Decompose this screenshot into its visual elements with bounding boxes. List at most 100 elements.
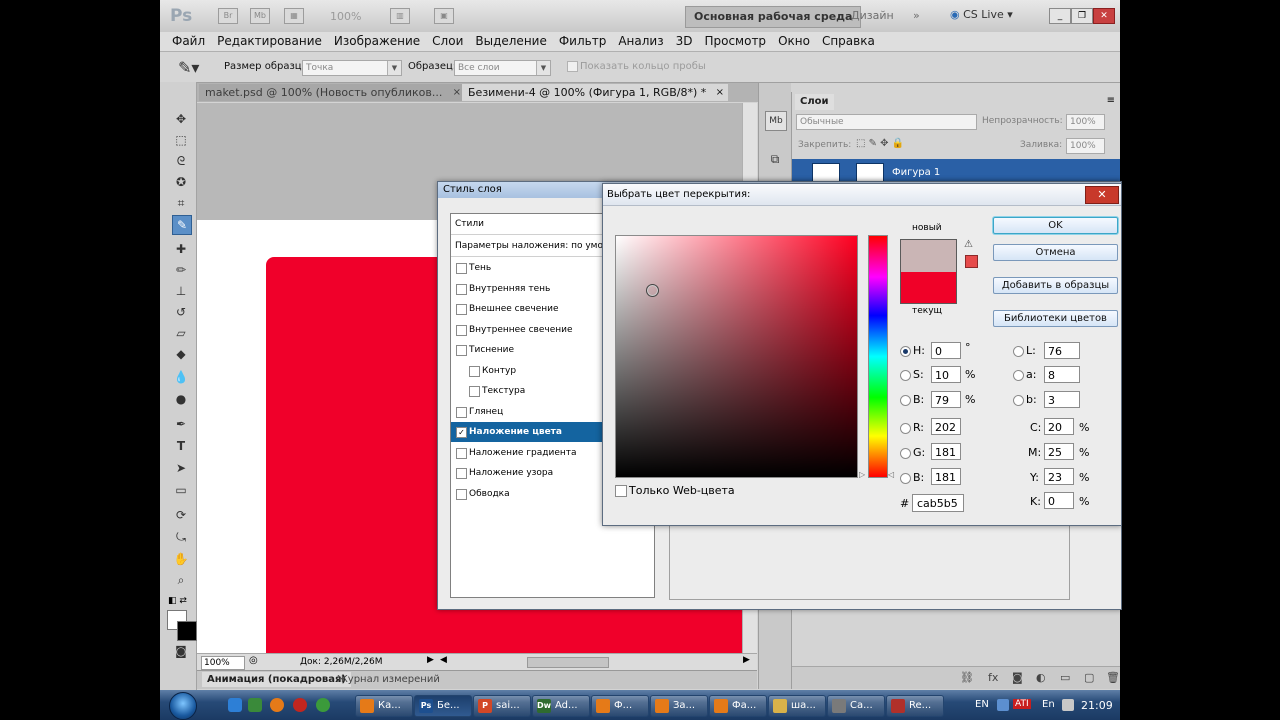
blend-mode-select[interactable]: Обычные bbox=[796, 114, 977, 130]
zoom-level[interactable]: 100% bbox=[330, 10, 361, 23]
crop-tool-icon[interactable]: ⌗ bbox=[172, 194, 190, 212]
close-icon[interactable]: ✕ bbox=[1085, 186, 1119, 204]
horizontal-scroll-thumb[interactable] bbox=[527, 657, 609, 668]
brush-tool-icon[interactable]: ✏ bbox=[172, 261, 190, 279]
lab-b-radio[interactable] bbox=[1013, 395, 1024, 406]
start-button[interactable] bbox=[169, 692, 197, 720]
scroll-left-icon[interactable]: ◀ bbox=[440, 655, 447, 665]
style-item-checkbox[interactable] bbox=[456, 324, 467, 336]
quick-mask-icon[interactable]: ◙ bbox=[172, 642, 190, 660]
style-item-checkbox[interactable] bbox=[456, 304, 467, 315]
g-field[interactable]: 181 bbox=[931, 443, 961, 460]
layer-name[interactable]: Фигура 1 bbox=[892, 167, 940, 178]
hue-slider-arrow-left-icon[interactable]: ▷ bbox=[859, 470, 865, 479]
maximize-button[interactable]: ❐ bbox=[1071, 8, 1093, 24]
group-icon[interactable]: ▭ bbox=[1060, 671, 1070, 684]
minimize-button[interactable]: _ bbox=[1049, 8, 1071, 24]
menu-select[interactable]: Выделение bbox=[469, 32, 552, 51]
style-item-checkbox[interactable] bbox=[469, 365, 480, 377]
layers-panel-tab[interactable]: Слои bbox=[795, 94, 834, 110]
a-radio[interactable] bbox=[1013, 370, 1024, 381]
ati-tray-icon[interactable]: ATI bbox=[1013, 699, 1031, 709]
language-indicator[interactable]: EN bbox=[975, 699, 989, 710]
shape-tool-icon[interactable]: ▭ bbox=[172, 481, 190, 499]
l-field[interactable]: 76 bbox=[1044, 342, 1080, 359]
lock-icons[interactable]: ⬚ ✎ ✥ 🔒 bbox=[856, 138, 904, 149]
close-icon[interactable]: × bbox=[453, 84, 461, 101]
y-field[interactable]: 23 bbox=[1044, 468, 1074, 485]
clone-stamp-tool-icon[interactable]: ⊥ bbox=[172, 282, 190, 300]
gamut-correction-swatch[interactable] bbox=[965, 255, 978, 268]
taskbar-button-2[interactable]: Psai... bbox=[473, 695, 531, 717]
type-tool-icon[interactable]: T bbox=[172, 437, 190, 455]
l-radio[interactable] bbox=[1013, 346, 1024, 357]
volume-icon[interactable] bbox=[1062, 699, 1074, 711]
panel-menu-icon[interactable]: ≡ bbox=[1107, 95, 1115, 106]
g-radio[interactable] bbox=[900, 448, 911, 459]
style-item-checkbox[interactable] bbox=[456, 468, 467, 479]
taskbar-button-6[interactable]: Фа... bbox=[709, 695, 767, 717]
menu-view[interactable]: Просмотр bbox=[698, 32, 772, 51]
menu-filter[interactable]: Фильтр bbox=[553, 32, 612, 51]
style-item-checkbox[interactable]: ✓ bbox=[456, 427, 467, 438]
history-brush-tool-icon[interactable]: ↺ bbox=[172, 303, 190, 321]
link-icon[interactable]: ⛓ bbox=[960, 671, 974, 684]
a-field[interactable]: 8 bbox=[1044, 366, 1080, 383]
style-item-checkbox[interactable] bbox=[456, 447, 467, 459]
style-item-checkbox[interactable] bbox=[456, 263, 467, 274]
network-icon[interactable] bbox=[997, 699, 1009, 711]
screen-mode-icon[interactable]: ▣ bbox=[434, 8, 454, 24]
brightness-radio[interactable] bbox=[900, 395, 911, 406]
zoom-tool-icon[interactable]: ⌕ bbox=[172, 571, 190, 589]
mini-bridge-panel-icon[interactable]: Mb bbox=[765, 111, 787, 131]
taskbar-button-5[interactable]: За... bbox=[650, 695, 708, 717]
hand-tool-icon[interactable]: ✋ bbox=[172, 550, 190, 568]
menu-file[interactable]: Файл bbox=[160, 32, 211, 51]
opacity-field[interactable]: 100% bbox=[1066, 114, 1105, 130]
menu-3d[interactable]: 3D bbox=[670, 32, 699, 51]
hue-slider-arrow-right-icon[interactable]: ◁ bbox=[888, 470, 894, 479]
eraser-tool-icon[interactable]: ▱ bbox=[172, 324, 190, 342]
show-ring-checkbox[interactable] bbox=[567, 61, 578, 72]
s-field[interactable]: 10 bbox=[931, 366, 961, 383]
eyedropper-tool-icon[interactable]: ✎ bbox=[172, 215, 192, 235]
style-item-checkbox[interactable] bbox=[456, 345, 467, 356]
marquee-tool-icon[interactable]: ⬚ bbox=[172, 131, 190, 149]
k-field[interactable]: 0 bbox=[1044, 492, 1074, 509]
close-icon[interactable]: × bbox=[716, 84, 724, 101]
color-picker-marker[interactable] bbox=[646, 284, 659, 297]
s-radio[interactable] bbox=[900, 370, 911, 381]
close-button[interactable]: ✕ bbox=[1093, 8, 1115, 24]
quick-select-tool-icon[interactable]: ✪ bbox=[172, 173, 190, 191]
tab-measurement-log[interactable]: Журнал измерений bbox=[332, 672, 445, 687]
menu-window[interactable]: Окно bbox=[772, 32, 816, 51]
arrange-documents-icon[interactable]: ▥ bbox=[390, 8, 410, 24]
workspace-essentials-button[interactable]: Основная рабочая среда bbox=[685, 6, 862, 28]
trash-icon[interactable]: 🗑 bbox=[1106, 671, 1120, 684]
default-colors-icon[interactable]: ◧ ⇄ bbox=[168, 596, 187, 606]
taskbar-button-9[interactable]: Re... bbox=[886, 695, 944, 717]
add-to-swatches-button[interactable]: Добавить в образцы bbox=[993, 277, 1118, 294]
background-color-swatch[interactable] bbox=[177, 621, 197, 641]
menu-analysis[interactable]: Анализ bbox=[612, 32, 669, 51]
ie-icon[interactable] bbox=[228, 698, 242, 712]
taskbar-button-0[interactable]: Ка... bbox=[355, 695, 413, 717]
dodge-tool-icon[interactable]: ● bbox=[172, 390, 190, 408]
show-desktop-icon[interactable] bbox=[248, 698, 262, 712]
path-selection-tool-icon[interactable]: ➤ bbox=[172, 459, 190, 477]
tab-animation[interactable]: Анимация (покадровая) bbox=[202, 672, 351, 687]
sample-size-select[interactable]: Точка ▼ bbox=[302, 60, 402, 76]
hue-slider[interactable] bbox=[868, 235, 888, 478]
workspace-design-button[interactable]: Дизайн bbox=[843, 6, 902, 26]
brightness-field[interactable]: 79 bbox=[931, 391, 961, 408]
healing-brush-tool-icon[interactable]: ✚ bbox=[172, 240, 190, 258]
m-field[interactable]: 25 bbox=[1044, 443, 1074, 460]
hex-field[interactable]: cab5b5 bbox=[912, 494, 964, 512]
style-item-checkbox[interactable] bbox=[469, 386, 480, 397]
firefox-icon[interactable] bbox=[270, 698, 284, 712]
chrome-icon[interactable] bbox=[316, 698, 330, 712]
blue-radio[interactable] bbox=[900, 473, 911, 484]
menu-layer[interactable]: Слои bbox=[426, 32, 469, 51]
menu-help[interactable]: Справка bbox=[816, 32, 881, 51]
r-field[interactable]: 202 bbox=[931, 418, 961, 435]
